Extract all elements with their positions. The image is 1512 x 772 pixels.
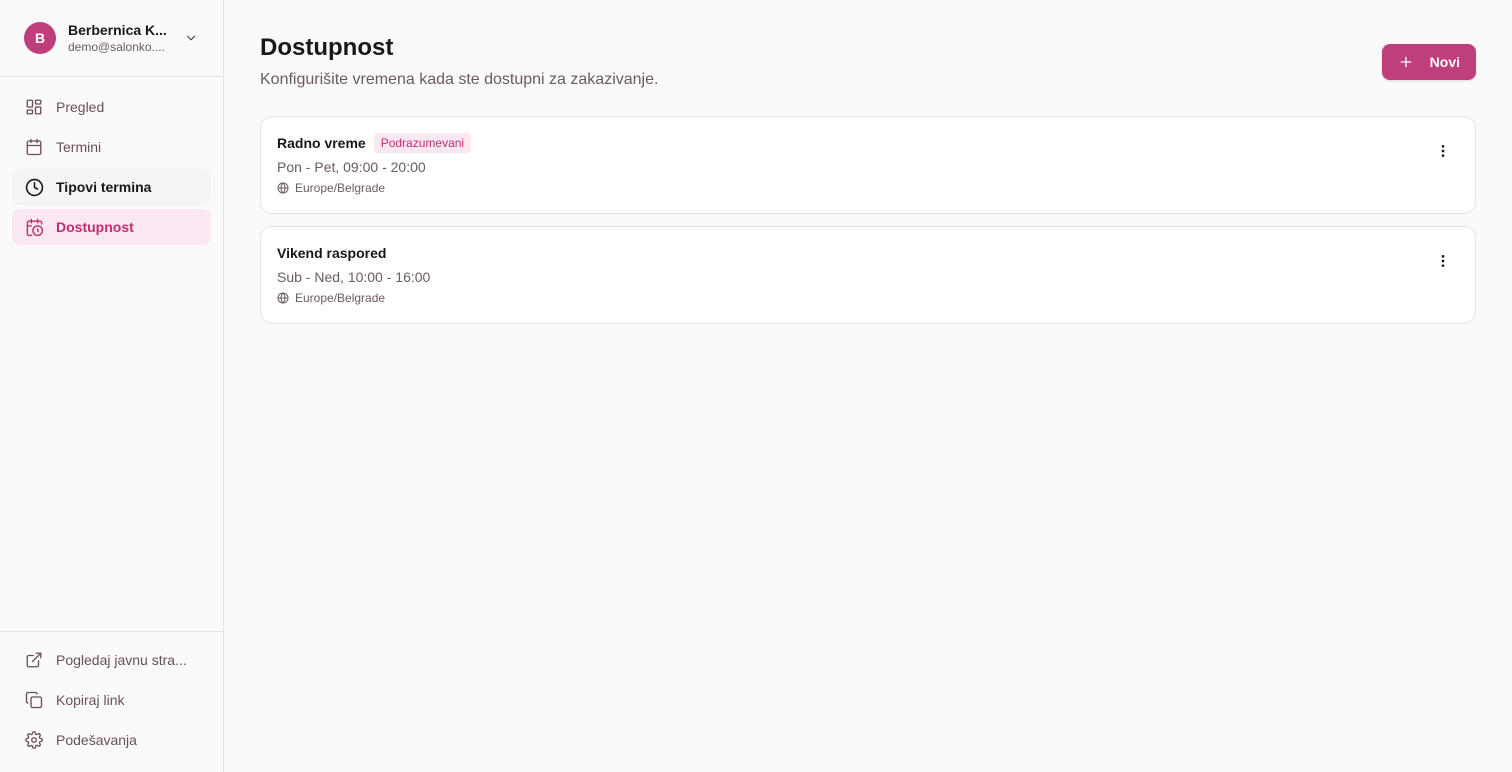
view-public-page-link[interactable]: Pogledaj javnu stra... [12, 642, 211, 678]
schedule-card[interactable]: Vikend raspored Sub - Ned, 10:00 - 16:00… [260, 226, 1476, 324]
plus-icon [1398, 54, 1414, 70]
page-title: Dostupnost [260, 34, 394, 61]
calendar-icon [24, 137, 44, 157]
sidebar-item-pregled[interactable]: Pregled [12, 89, 211, 125]
main-content: Dostupnost Konfigurišite vremena kada st… [224, 0, 1512, 772]
sidebar-item-label: Dostupnost [56, 219, 134, 235]
sidebar-item-label: Termini [56, 139, 102, 155]
timezone-label: Europe/Belgrade [295, 291, 386, 305]
new-schedule-button[interactable]: Novi [1381, 44, 1476, 80]
settings-link[interactable]: Podešavanja [12, 722, 211, 758]
account-email: demo@salonko.... [68, 40, 165, 54]
globe-icon [277, 292, 289, 304]
sidebar: B Berbernica K... demo@salonko.... Pregl… [0, 0, 224, 772]
sidebar-item-dostupnost[interactable]: Dostupnost [12, 209, 211, 245]
copy-icon [24, 690, 44, 710]
sidebar-nav: Pregled Termini Tipovi termina Dostupnos… [0, 77, 223, 631]
sidebar-item-termini[interactable]: Termini [12, 129, 211, 165]
sidebar-item-label: Pregled [56, 99, 105, 115]
schedule-hours: Sub - Ned, 10:00 - 16:00 [277, 269, 431, 285]
schedule-timezone: Europe/Belgrade [277, 179, 1459, 197]
sidebar-item-label: Pogledaj javnu stra... [56, 652, 187, 668]
globe-icon [277, 182, 289, 194]
schedule-hours: Pon - Pet, 09:00 - 20:00 [277, 159, 426, 175]
gear-icon [24, 730, 44, 750]
sidebar-item-label: Podešavanja [56, 732, 137, 748]
more-vertical-icon[interactable] [1431, 139, 1455, 163]
schedule-timezone: Europe/Belgrade [277, 289, 1459, 307]
sidebar-item-tipovi-termina[interactable]: Tipovi termina [12, 169, 211, 205]
account-switcher[interactable]: B Berbernica K... demo@salonko.... [0, 0, 223, 77]
page-subtitle: Konfigurišite vremena kada ste dostupni … [260, 71, 659, 88]
schedule-card-header: Radno vreme Podrazumevani [277, 133, 1459, 153]
account-name: Berbernica K... [68, 22, 167, 38]
page-heading: Dostupnost Konfigurišite vremena kada st… [260, 32, 658, 92]
schedule-card[interactable]: Radno vreme Podrazumevani Pon - Pet, 09:… [260, 116, 1476, 214]
copy-link-button[interactable]: Kopiraj link [12, 682, 211, 718]
default-badge: Podrazumevani [373, 133, 472, 153]
chevron-down-icon[interactable] [183, 30, 199, 46]
external-link-icon [24, 650, 44, 670]
schedule-card-header: Vikend raspored [277, 243, 1459, 263]
schedule-name: Radno vreme [277, 135, 366, 151]
sidebar-footer: Pogledaj javnu stra... Kopiraj link Pode… [0, 631, 223, 772]
account-info: Berbernica K... demo@salonko.... [68, 21, 175, 55]
timezone-label: Europe/Belgrade [295, 181, 386, 195]
new-button-label: Novi [1429, 54, 1460, 70]
more-vertical-icon[interactable] [1431, 249, 1455, 273]
grid-icon [24, 97, 44, 117]
avatar: B [24, 22, 56, 54]
clock-icon [24, 177, 44, 197]
calendar-clock-icon [24, 217, 44, 237]
sidebar-item-label: Tipovi termina [56, 179, 152, 195]
page-header: Dostupnost Konfigurišite vremena kada st… [260, 32, 1476, 92]
schedule-name: Vikend raspored [277, 245, 387, 261]
sidebar-item-label: Kopiraj link [56, 692, 125, 708]
